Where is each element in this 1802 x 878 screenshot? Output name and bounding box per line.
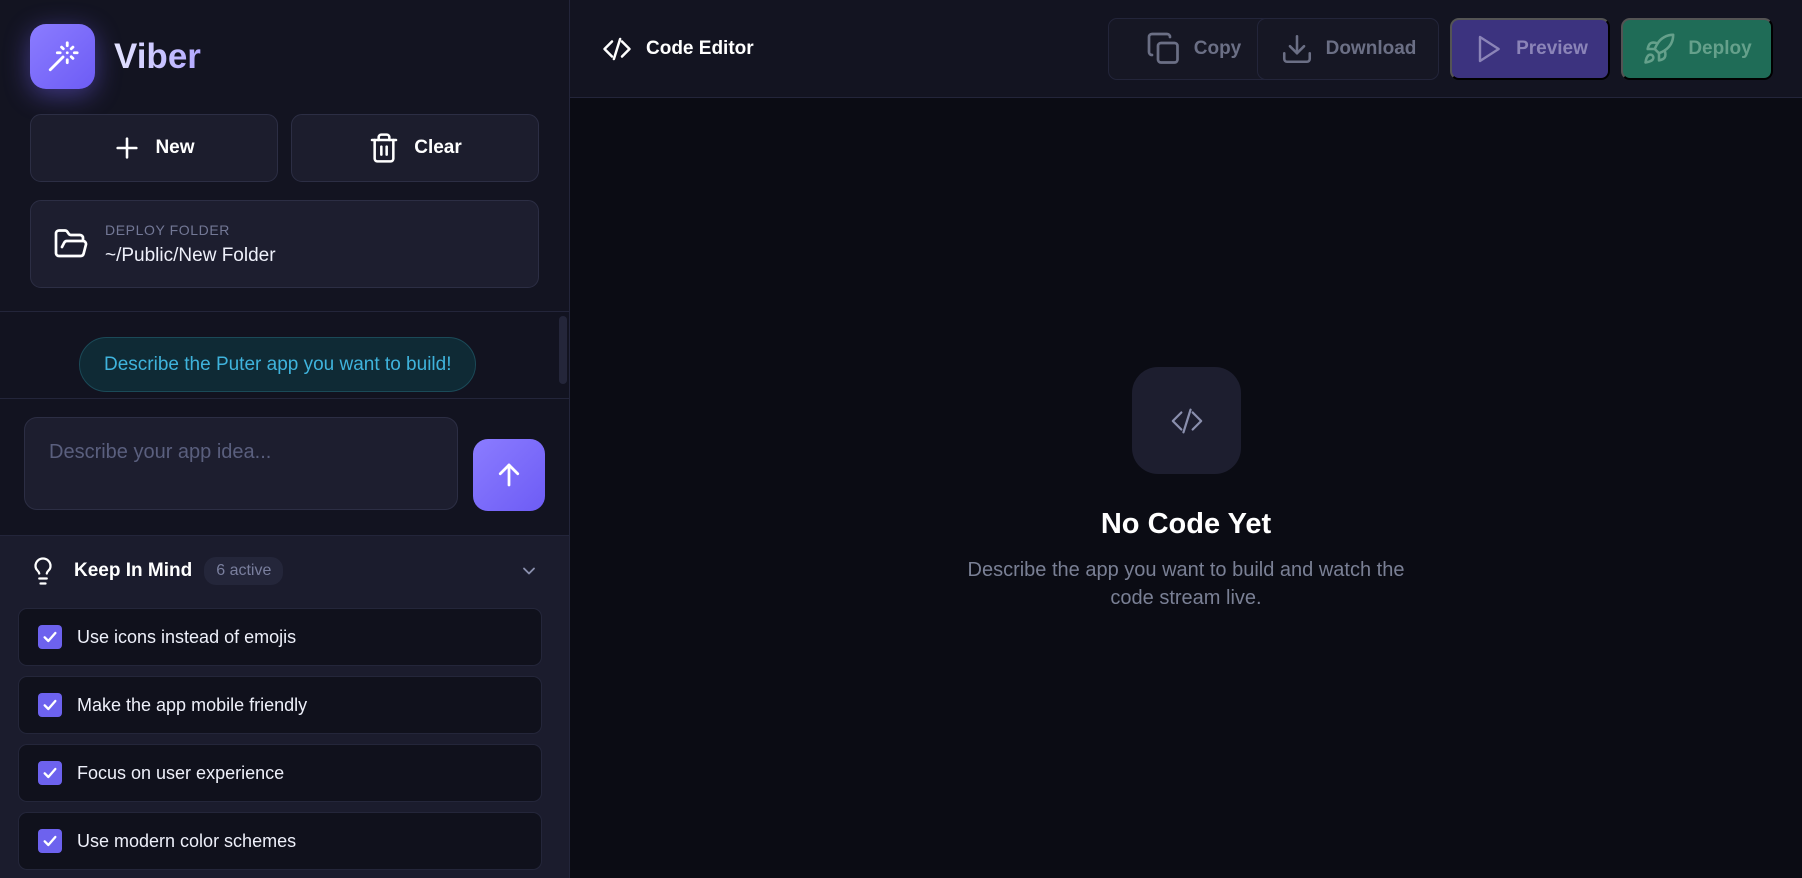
keep-in-mind-item[interactable]: Focus on user experience [18, 744, 542, 802]
keep-in-mind-item-label: Make the app mobile friendly [77, 694, 308, 715]
checkbox-checked[interactable] [38, 693, 62, 717]
keep-in-mind-list: Use icons instead of emojis Make the app… [18, 608, 542, 878]
deploy-button[interactable]: Deploy [1621, 18, 1773, 80]
copy-icon [1147, 32, 1179, 64]
arrow-up-icon [498, 463, 520, 487]
send-button[interactable] [473, 439, 545, 511]
preview-button[interactable]: Preview [1450, 18, 1610, 80]
app-idea-input[interactable] [24, 417, 458, 510]
editor-title-text: Code Editor [646, 38, 754, 59]
deploy-folder-text: DEPLOY FOLDER ~/Public/New Folder [105, 222, 276, 267]
keep-in-mind-item[interactable]: Use modern color schemes [18, 812, 542, 870]
active-count-badge: 6 active [204, 557, 284, 585]
code-placeholder-icon [1132, 367, 1241, 474]
app-name: Viber [114, 36, 201, 76]
magic-wand-icon [30, 24, 95, 89]
deploy-button-label: Deploy [1688, 38, 1752, 59]
deploy-folder-label: DEPLOY FOLDER [105, 221, 231, 238]
checkbox-checked[interactable] [38, 625, 62, 649]
chat-scrollbar[interactable] [559, 316, 567, 384]
preview-button-label: Preview [1516, 38, 1588, 59]
keep-in-mind-item-label: Focus on user experience [77, 762, 285, 783]
keep-in-mind-item[interactable]: Make the app mobile friendly [18, 676, 542, 734]
empty-state-description: Describe the app you want to build and w… [967, 559, 1405, 609]
empty-state: No Code Yet Describe the app you want to… [570, 98, 1802, 878]
keep-in-mind-panel: Keep In Mind 6 active Use icons instead … [0, 536, 569, 878]
download-button-label: Download [1325, 38, 1417, 59]
keep-in-mind-item[interactable]: Use icons instead of emojis [18, 608, 542, 666]
chat-messages: Describe the Puter app you want to build… [0, 312, 569, 398]
clear-button[interactable]: Clear [291, 114, 539, 182]
check-icon [43, 631, 57, 643]
brand: Viber [30, 24, 201, 89]
plus-icon [116, 137, 139, 159]
checkbox-checked[interactable] [38, 761, 62, 785]
clear-button-label: Clear [414, 137, 462, 158]
keep-in-mind-title: Keep In Mind [74, 560, 193, 581]
deploy-folder-card[interactable]: DEPLOY FOLDER ~/Public/New Folder [30, 200, 539, 288]
check-icon [43, 835, 57, 847]
play-icon [1478, 35, 1500, 63]
check-icon [43, 767, 57, 779]
lightbulb-icon [28, 554, 58, 588]
prompt-area [0, 399, 569, 535]
download-icon [1282, 34, 1311, 64]
code-icon [603, 37, 631, 61]
new-button[interactable]: New [30, 114, 278, 182]
check-icon [43, 699, 57, 711]
editor-title: Code Editor [600, 34, 754, 64]
app-window: Viber New Clear DEPLOY FOLDER ~/Public/N… [0, 0, 1802, 878]
copy-button-label: Copy [1193, 38, 1242, 59]
chevron-down-icon[interactable] [519, 561, 539, 581]
folder-open-icon [53, 226, 89, 262]
keep-in-mind-toggle[interactable]: Keep In Mind 6 active [0, 536, 569, 606]
keep-in-mind-item-label: Use icons instead of emojis [77, 626, 297, 647]
code-editor-panel: Code Editor Copy Download Preview Deploy… [570, 0, 1802, 878]
checkbox-checked[interactable] [38, 829, 62, 853]
new-button-label: New [155, 137, 195, 158]
rocket-icon [1644, 33, 1675, 64]
trash-icon [370, 133, 398, 163]
download-button[interactable]: Download [1257, 18, 1439, 80]
copy-button[interactable]: Copy [1108, 18, 1279, 80]
chat-hint-message: Describe the Puter app you want to build… [79, 337, 477, 392]
editor-header: Code Editor Copy Download Preview Deploy [570, 0, 1802, 98]
deploy-folder-path: ~/Public/New Folder [105, 244, 276, 266]
sidebar: Viber New Clear DEPLOY FOLDER ~/Public/N… [0, 0, 570, 878]
empty-state-title: No Code Yet [1100, 508, 1272, 540]
keep-in-mind-item-label: Use modern color schemes [77, 830, 297, 851]
